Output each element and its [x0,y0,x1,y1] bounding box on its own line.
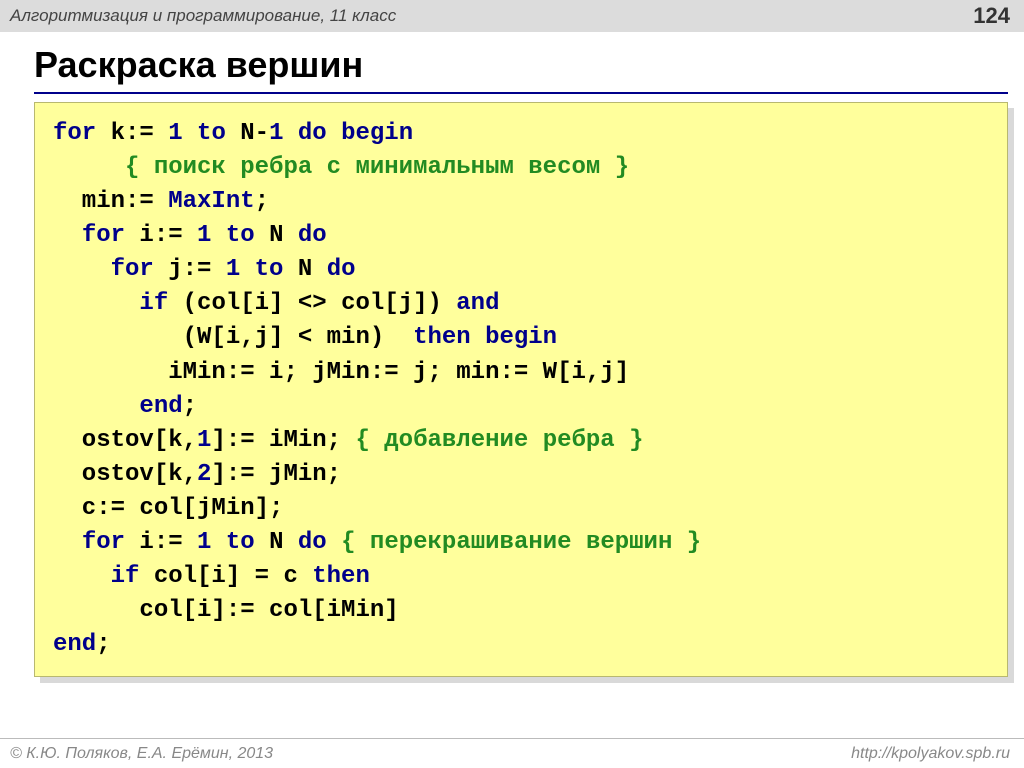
code-kw: end [139,393,182,420]
code-kw: if [139,290,168,317]
code-text: N [255,222,298,249]
code-text [53,222,82,249]
code-text: N [283,256,326,283]
code-kw: to [197,120,226,147]
code-text: min:= [53,188,168,215]
code-text [53,529,82,556]
code-text [183,120,197,147]
code-text: i:= [125,222,197,249]
footer-url: http://kpolyakov.spb.ru [851,745,1010,763]
code-text: ]:= jMin; [211,461,341,488]
code-text: ; [183,393,197,420]
code-kw: then begin [413,324,557,351]
code-text: (col[i] <> col[j]) [168,290,456,317]
code-kw: do [298,222,327,249]
code-num: 1 [168,120,182,147]
code-kw: then [312,563,370,590]
code-kw: and [456,290,499,317]
code-num: 1 [197,529,211,556]
code-kw: for [82,222,125,249]
code-kw: for [111,256,154,283]
code-text: col[i]:= col[iMin] [53,597,399,624]
code-num: 1 [197,222,211,249]
code-text: iMin:= i; jMin:= j; min:= W[i,j] [53,359,629,386]
code-num: 1 [226,256,240,283]
code-text [53,256,111,283]
code-kw: to [226,529,255,556]
code-cmt: { перекрашивание вершин } [341,529,701,556]
code-kw: do [298,529,327,556]
code-num: 1 [269,120,283,147]
code-text: ostov[k, [53,427,197,454]
code-text: N [255,529,298,556]
code-text [211,222,225,249]
code-text: i:= [125,529,197,556]
code-text: ]:= iMin; [211,427,355,454]
code-text: ostov[k, [53,461,197,488]
slide-title: Раскраска вершин [34,44,1024,86]
code-block: for k:= 1 to N-1 do begin { поиск ребра … [34,102,1008,677]
code-text [327,529,341,556]
code-text [53,393,139,420]
header-bar: Алгоритмизация и программирование, 11 кл… [0,0,1024,32]
code-text: ; [96,631,110,658]
footer-bar: © К.Ю. Поляков, Е.А. Ерёмин, 2013 http:/… [0,738,1024,768]
course-label: Алгоритмизация и программирование, 11 кл… [10,6,396,26]
code-text [53,290,139,317]
code-text: N- [226,120,269,147]
code-text [53,563,111,590]
code-text: (W[i,j] < min) [53,324,413,351]
code-num: 2 [197,461,211,488]
code-text: ; [255,188,269,215]
code-text [283,120,297,147]
code-kw: if [111,563,140,590]
code-text: k:= [96,120,168,147]
code-cmt: { добавление ребра } [355,427,643,454]
title-rule [34,92,1008,94]
code-ident: MaxInt [168,188,254,215]
code-kw: do [327,256,356,283]
code-kw: for [53,120,96,147]
page-number: 124 [973,3,1010,29]
code-text: col[i] = c [139,563,312,590]
code-kw: end [53,631,96,658]
code-kw: for [82,529,125,556]
code-kw: to [226,222,255,249]
code-text: c:= col[jMin]; [53,495,283,522]
code-cmt: { поиск ребра с минимальным весом } [125,154,629,181]
code-num: 1 [197,427,211,454]
code-kw: to [255,256,284,283]
copyright: © К.Ю. Поляков, Е.А. Ерёмин, 2013 [10,745,273,763]
code-text [211,529,225,556]
code-box: for k:= 1 to N-1 do begin { поиск ребра … [34,102,1008,677]
code-kw: do begin [298,120,413,147]
code-text: j:= [154,256,226,283]
code-text [53,154,125,181]
code-text [240,256,254,283]
